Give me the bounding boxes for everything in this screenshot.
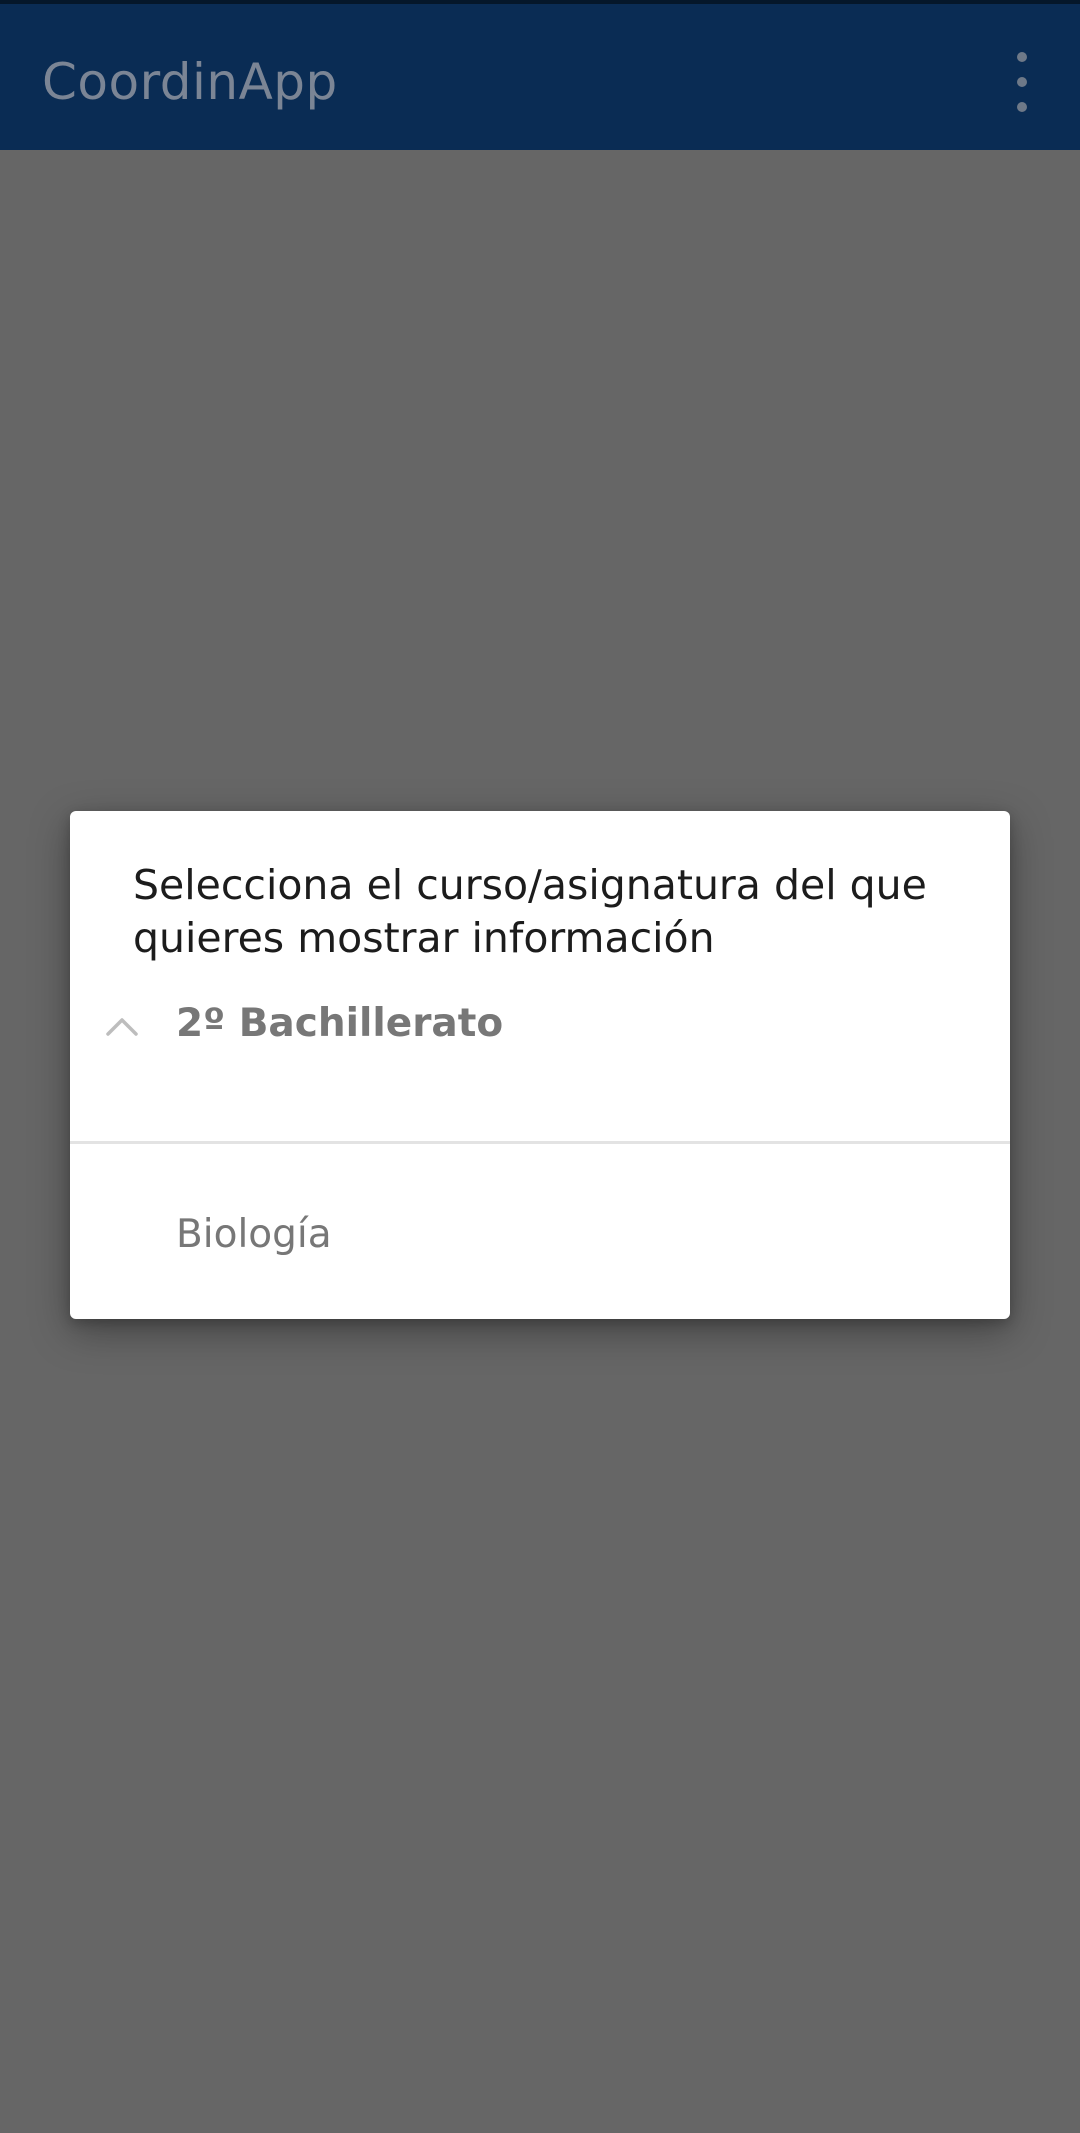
group-header-2-bachillerato[interactable]: 2º Bachillerato [70, 981, 1010, 1111]
course-subject-dialog: Selecciona el curso/asignatura del que q… [70, 811, 1010, 1319]
app-bar: CoordinApp [0, 4, 1080, 150]
list-item-label: Biología [176, 1212, 332, 1257]
dialog-title: Selecciona el curso/asignatura del que q… [133, 861, 927, 962]
more-options-button[interactable] [996, 50, 1048, 114]
app-title: CoordinApp [42, 53, 338, 111]
chevron-up-icon [106, 1018, 138, 1036]
group-label: 2º Bachillerato [176, 1001, 504, 1046]
list-item-biologia[interactable]: Biología [70, 1144, 1010, 1319]
